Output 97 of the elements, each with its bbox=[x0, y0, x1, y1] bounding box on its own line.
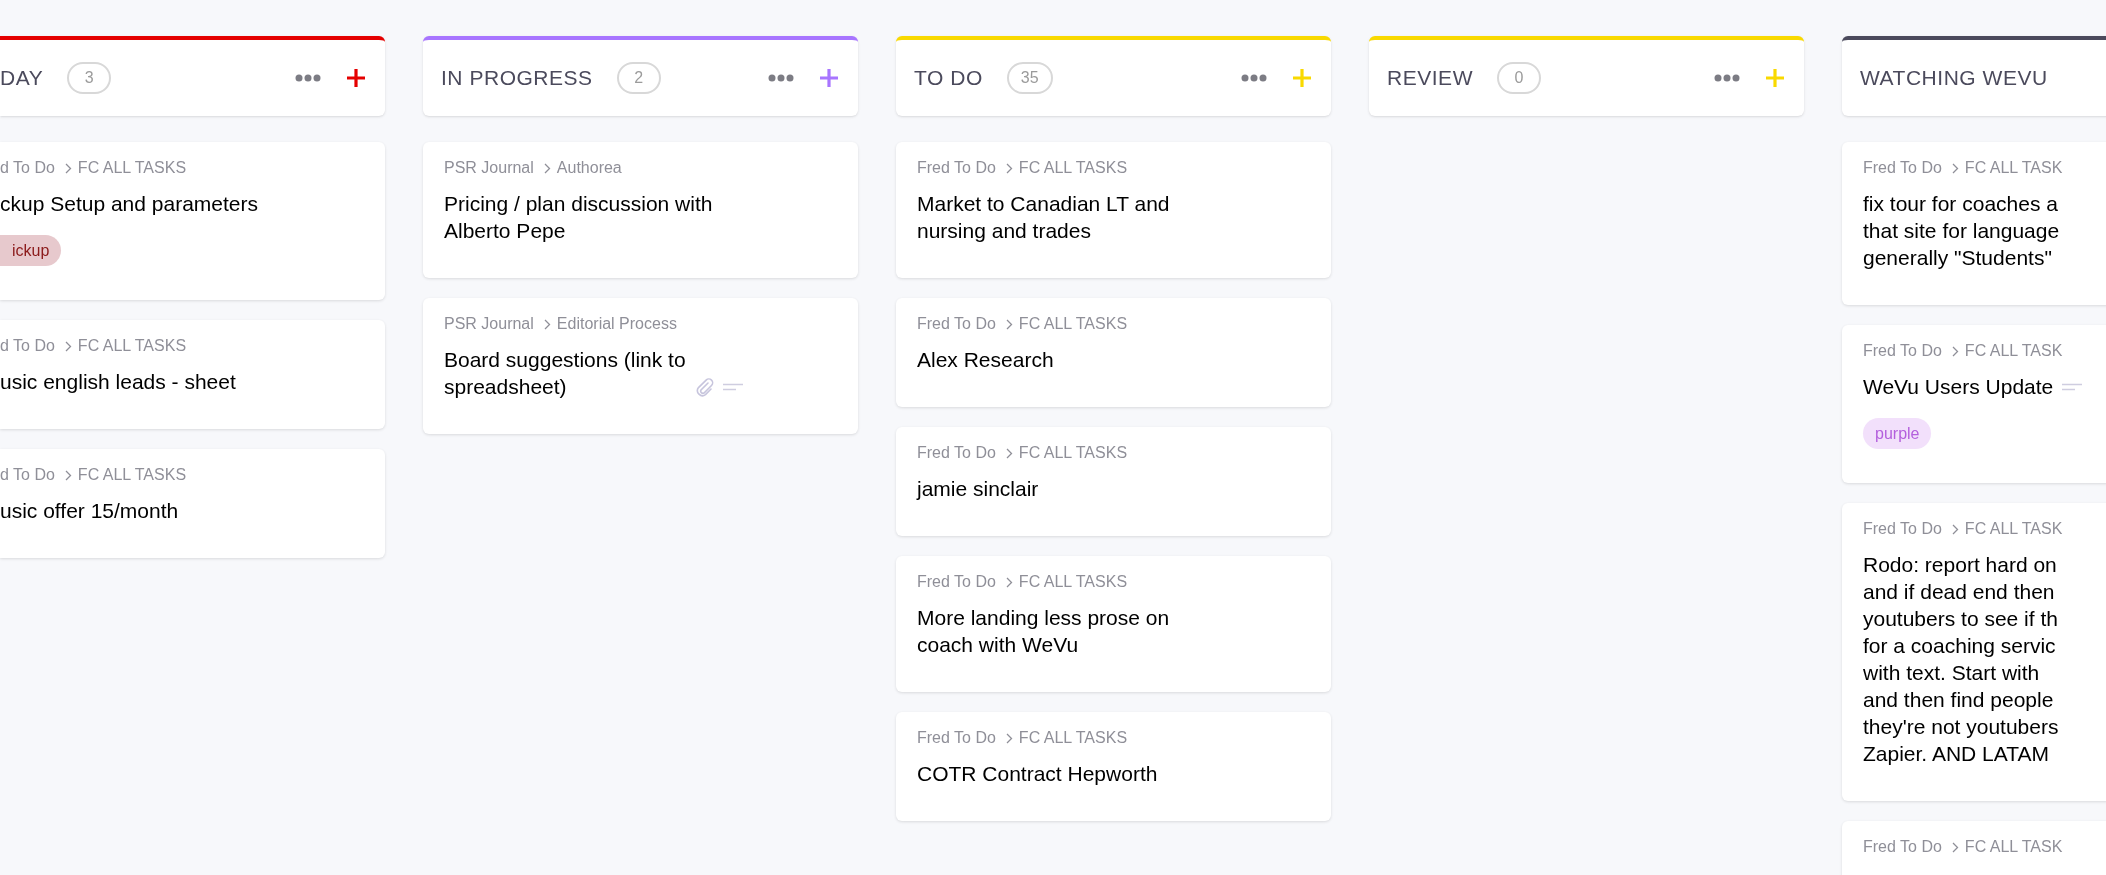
task-title: usic english leads - sheet bbox=[0, 369, 236, 395]
chevron-icon bbox=[543, 318, 551, 330]
chevron-icon bbox=[1951, 345, 1959, 357]
tag[interactable]: purple bbox=[1863, 418, 1932, 449]
breadcrumb-list[interactable]: Fred To Do bbox=[1863, 156, 1942, 180]
chevron-icon bbox=[543, 162, 551, 174]
breadcrumb-list[interactable]: Fred To Do bbox=[1863, 517, 1942, 541]
task-card[interactable]: Fred To Do FC ALL TASKS Alex Research bbox=[896, 298, 1331, 407]
breadcrumb-folder[interactable]: FC ALL TASKS bbox=[77, 463, 187, 487]
description-icon bbox=[721, 382, 744, 391]
task-title: Alex Research bbox=[917, 347, 1054, 373]
task-card[interactable]: d To Do FC ALL TASKS usic english leads - sheet bbox=[0, 320, 385, 429]
task-card[interactable]: Fred To Do FC ALL TASKS jamie sinclair bbox=[896, 427, 1331, 536]
add-task-button[interactable] bbox=[347, 69, 365, 87]
tag[interactable]: ickup bbox=[0, 235, 62, 266]
chevron-icon bbox=[1005, 162, 1013, 174]
breadcrumb-folder[interactable]: FC ALL TASK bbox=[1964, 835, 2063, 859]
breadcrumb-list[interactable]: Fred To Do bbox=[1863, 835, 1942, 859]
breadcrumb-folder[interactable]: FC ALL TASKS bbox=[1018, 726, 1128, 750]
task-title: More landing less prose on coach with WeVu bbox=[917, 605, 1170, 658]
task-card[interactable]: Fred To Do FC ALL TASKS COTR Contract Hepworth bbox=[896, 712, 1331, 821]
task-card[interactable]: Fred To Do FC ALL TASK WeVu Users Update purple bbox=[1842, 325, 2106, 483]
task-title: jamie sinclair bbox=[917, 476, 1039, 502]
task-title: Pricing / plan discussion with Alberto Pepe bbox=[444, 191, 713, 244]
task-title: fix tour for coaches a that site for language generally "Students" bbox=[1863, 191, 2060, 271]
task-card[interactable]: PSR Journal Authorea Pricing / plan discussion with Alberto Pepe bbox=[423, 142, 858, 278]
task-card[interactable]: d To Do FC ALL TASKS usic offer 15/month bbox=[0, 449, 385, 558]
task-card[interactable]: Fred To Do FC ALL TASK fix tour for coaches a that site for language generally "Students" bbox=[1842, 142, 2106, 305]
chevron-icon bbox=[1951, 162, 1959, 174]
breadcrumb-list[interactable]: Fred To Do bbox=[917, 312, 996, 336]
task-card[interactable]: Fred To Do FC ALL TASK Rodo: report hard on and if dead end then youtubers to see if th for a coaching servic with text. Start with and then find people they're not youtubers Zapier. AND LATAM bbox=[1842, 503, 2106, 801]
breadcrumb-list[interactable]: d To Do bbox=[0, 156, 55, 180]
task-count: 3 bbox=[67, 62, 112, 94]
chevron-icon bbox=[1951, 523, 1959, 535]
task-card[interactable]: Fred To Do FC ALL TASKS More landing less prose on coach with WeVu bbox=[896, 556, 1331, 692]
task-count: 2 bbox=[616, 62, 661, 94]
breadcrumb-list[interactable]: d To Do bbox=[0, 463, 55, 487]
breadcrumb-list[interactable]: PSR Journal bbox=[444, 156, 534, 180]
chevron-icon bbox=[1005, 318, 1013, 330]
column-title: DAY bbox=[0, 65, 44, 92]
chevron-icon bbox=[64, 162, 72, 174]
task-card[interactable]: Fred To Do FC ALL TASKS Market to Canadian LT and nursing and trades bbox=[896, 142, 1331, 278]
task-card[interactable]: d To Do FC ALL TASKS ckup Setup and parameters ickup bbox=[0, 142, 385, 300]
breadcrumb-folder[interactable]: Editorial Process bbox=[556, 312, 677, 336]
task-title: usic offer 15/month bbox=[0, 498, 179, 524]
plus-icon bbox=[820, 69, 838, 87]
chevron-icon bbox=[1005, 447, 1013, 459]
more-icon bbox=[768, 74, 794, 82]
breadcrumb-folder[interactable]: Authorea bbox=[556, 156, 622, 180]
task-card[interactable]: Fred To Do FC ALL TASK bbox=[1842, 821, 2106, 875]
chevron-icon bbox=[1005, 732, 1013, 744]
column-title: IN PROGRESS bbox=[441, 65, 593, 92]
breadcrumb-folder[interactable]: FC ALL TASKS bbox=[77, 334, 187, 358]
more-icon bbox=[295, 74, 321, 82]
more-button[interactable] bbox=[1241, 74, 1267, 82]
more-icon bbox=[1241, 74, 1267, 82]
chevron-icon bbox=[64, 469, 72, 481]
description-icon bbox=[2061, 382, 2084, 391]
column-title: REVIEW bbox=[1387, 65, 1473, 92]
task-title: Rodo: report hard on and if dead end then youtubers to see if th for a coaching servic with text. Start with and then find people they're not youtubers Zapier. AND LATAM bbox=[1863, 552, 2059, 767]
task-count: 35 bbox=[1006, 62, 1053, 94]
chevron-icon bbox=[1005, 576, 1013, 588]
more-button[interactable] bbox=[1714, 74, 1740, 82]
chevron-icon bbox=[1951, 841, 1959, 853]
breadcrumb-list[interactable]: Fred To Do bbox=[1863, 339, 1942, 363]
task-title: ckup Setup and parameters bbox=[0, 191, 258, 217]
column-title: TO DO bbox=[914, 65, 983, 92]
plus-icon bbox=[1293, 69, 1311, 87]
breadcrumb-list[interactable]: Fred To Do bbox=[917, 570, 996, 594]
breadcrumb-folder[interactable]: FC ALL TASKS bbox=[77, 156, 187, 180]
breadcrumb-folder[interactable]: FC ALL TASKS bbox=[1018, 156, 1128, 180]
breadcrumb-list[interactable]: PSR Journal bbox=[444, 312, 534, 336]
task-title: COTR Contract Hepworth bbox=[917, 761, 1158, 787]
more-icon bbox=[1714, 74, 1740, 82]
breadcrumb-folder[interactable]: FC ALL TASKS bbox=[1018, 570, 1128, 594]
breadcrumb-list[interactable]: d To Do bbox=[0, 334, 55, 358]
more-button[interactable] bbox=[295, 74, 321, 82]
paperclip-icon bbox=[693, 376, 714, 397]
column-title: WATCHING WEVU bbox=[1860, 65, 2048, 92]
breadcrumb-folder[interactable]: FC ALL TASK bbox=[1964, 339, 2063, 363]
breadcrumb-folder[interactable]: FC ALL TASK bbox=[1964, 517, 2063, 541]
add-task-button[interactable] bbox=[820, 69, 838, 87]
task-card[interactable]: PSR Journal Editorial Process Board suggestions (link to spreadsheet) bbox=[423, 298, 858, 434]
more-button[interactable] bbox=[768, 74, 794, 82]
plus-icon bbox=[347, 69, 365, 87]
task-title: WeVu Users Update bbox=[1863, 374, 2054, 400]
task-title: Market to Canadian LT and nursing and trades bbox=[917, 191, 1170, 244]
task-count: 0 bbox=[1497, 62, 1541, 94]
breadcrumb-list[interactable]: Fred To Do bbox=[917, 156, 996, 180]
task-title: Board suggestions (link to spreadsheet) bbox=[444, 347, 686, 400]
chevron-icon bbox=[64, 340, 72, 352]
breadcrumb-folder[interactable]: FC ALL TASK bbox=[1964, 156, 2063, 180]
breadcrumb-folder[interactable]: FC ALL TASKS bbox=[1018, 312, 1128, 336]
breadcrumb-list[interactable]: Fred To Do bbox=[917, 726, 996, 750]
breadcrumb-folder[interactable]: FC ALL TASKS bbox=[1018, 441, 1128, 465]
plus-icon bbox=[1766, 69, 1784, 87]
breadcrumb-list[interactable]: Fred To Do bbox=[917, 441, 996, 465]
